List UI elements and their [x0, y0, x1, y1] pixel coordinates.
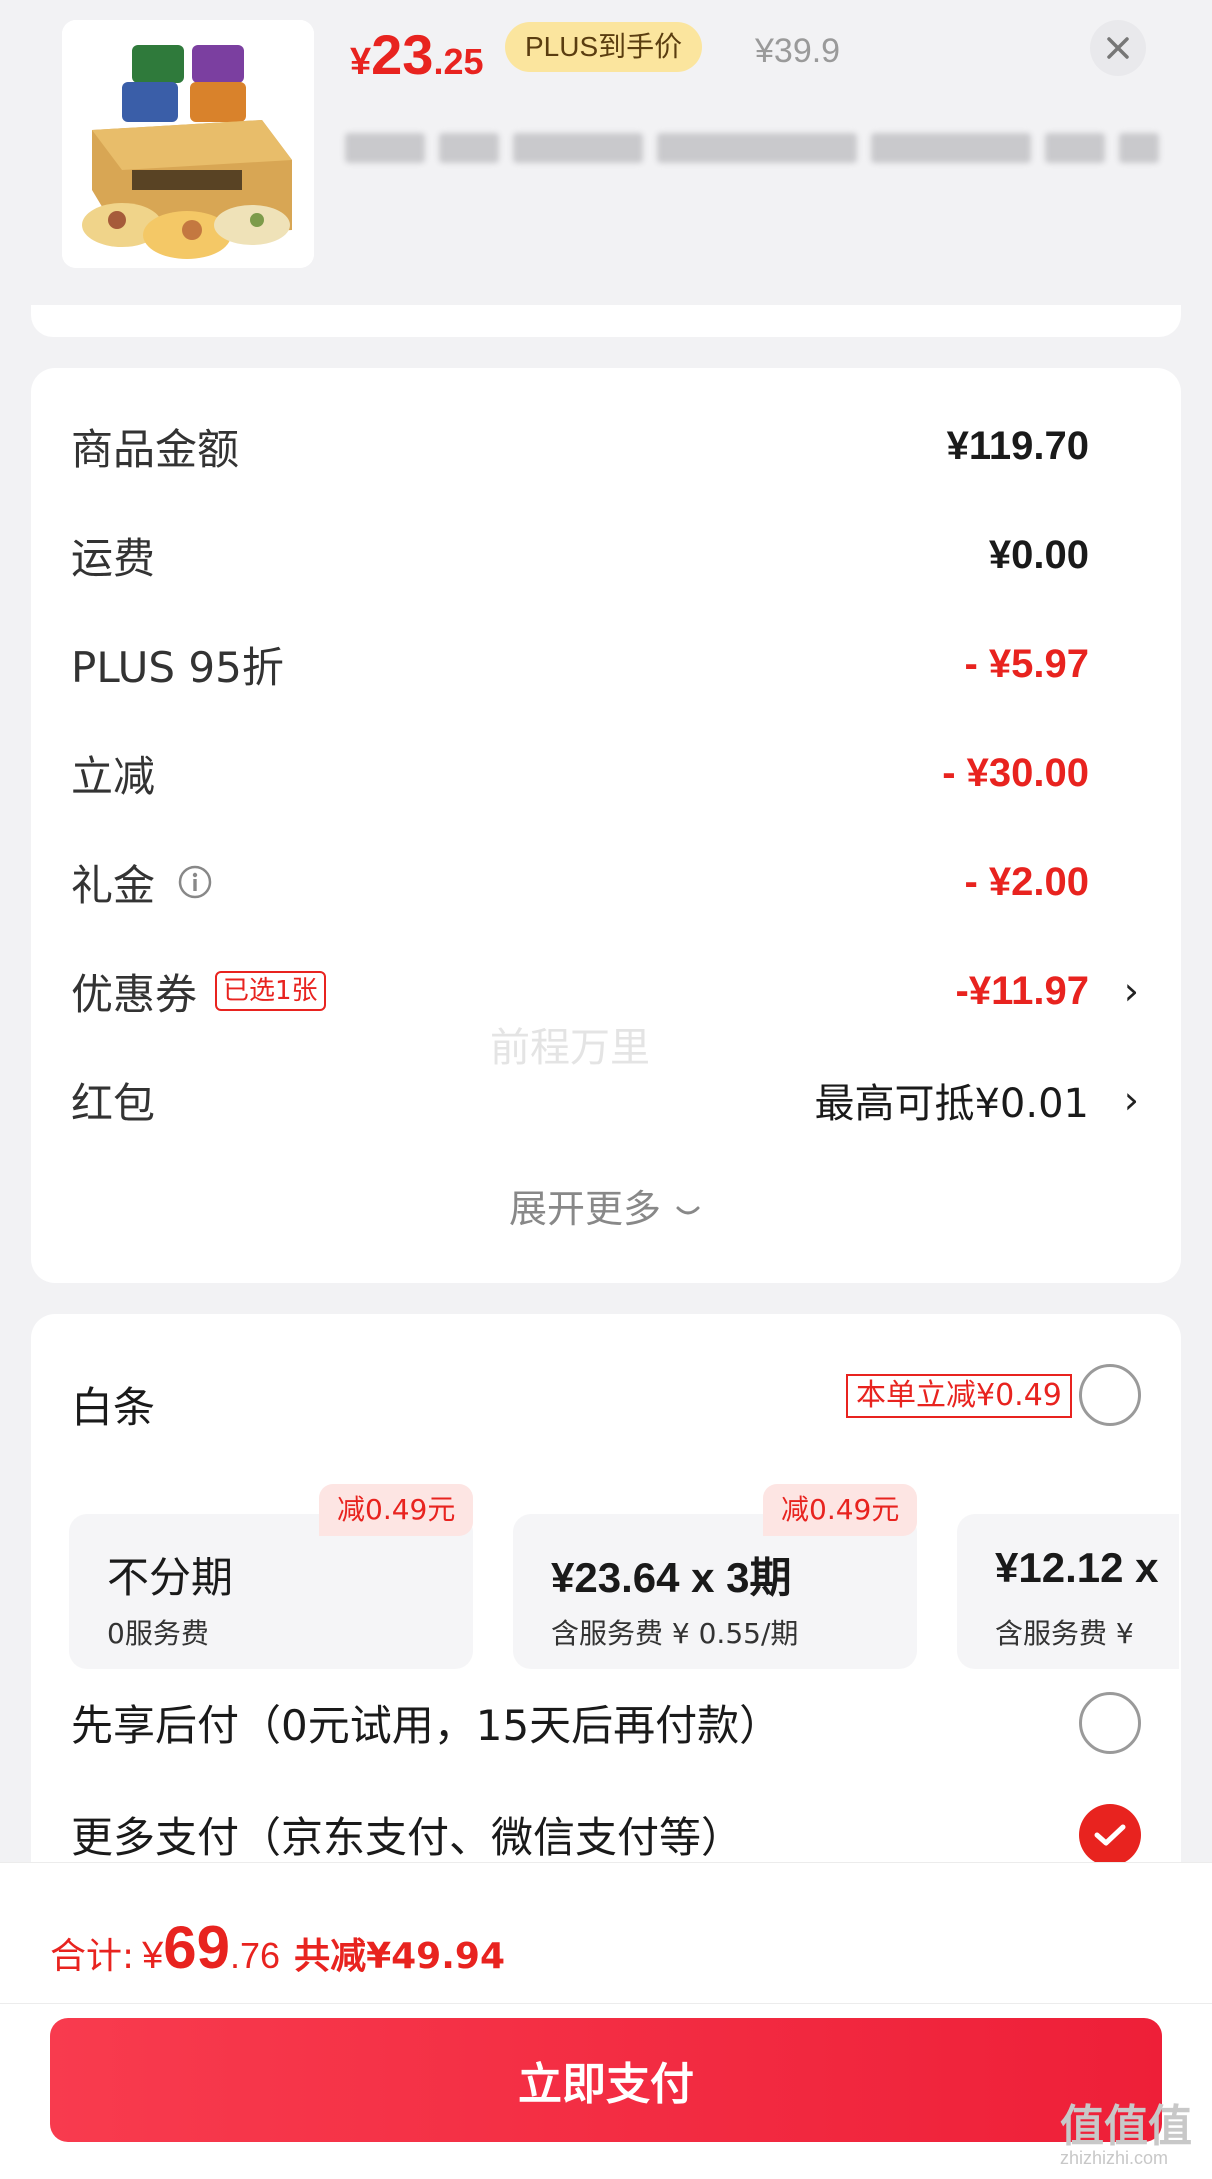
installment-main: ¥12.12 x	[995, 1544, 1159, 1591]
summary-label: 优惠券	[71, 969, 198, 1019]
total-decimal: .76	[230, 1935, 281, 1976]
info-icon[interactable]	[177, 864, 213, 900]
summary-row-gift-money: 礼金 - ¥2.00	[71, 842, 1151, 922]
installment-discount-badge: 减0.49元	[763, 1484, 918, 1536]
noodle-box-image	[62, 20, 314, 268]
price-integer: 23	[371, 23, 434, 86]
plus-price-badge: PLUS到手价	[505, 22, 703, 72]
installment-main: 不分期	[107, 1553, 234, 1602]
order-summary-card: 商品金额 ¥119.70 运费 ¥0.00 PLUS 95折 - ¥5.97 立…	[31, 368, 1181, 1283]
summary-value: ¥0.00	[988, 532, 1089, 577]
summary-label: 礼金	[71, 860, 156, 910]
summary-value: - ¥30.00	[942, 750, 1089, 795]
summary-value: - ¥2.00	[964, 859, 1089, 904]
more-payment-label: 更多支付（京东支付、微信支付等）	[71, 1813, 744, 1862]
total-integer: 69	[163, 1914, 231, 1981]
summary-label: 运费	[71, 533, 156, 583]
summary-row-plus-discount: PLUS 95折 - ¥5.97	[71, 624, 1151, 704]
installment-option-6[interactable]: ¥12.12 x 含服务费 ¥	[957, 1514, 1179, 1669]
product-price: ¥ 23 .25	[350, 22, 483, 87]
baitiao-promo-tag: 本单立减¥0.49	[846, 1374, 1072, 1418]
summary-label: 立减	[71, 751, 156, 801]
installment-sub: 0服务费	[107, 1617, 209, 1650]
chevron-down-icon	[676, 1206, 700, 1215]
more-payment-radio[interactable]	[1079, 1804, 1141, 1866]
payment-method-card: 白条 本单立减¥0.49 不分期 0服务费 减0.49元 ¥23.64 x 3期…	[31, 1314, 1181, 1914]
price-currency: ¥	[350, 41, 372, 83]
coupon-selected-tag: 已选1张	[215, 971, 326, 1011]
installment-option-3[interactable]: ¥23.64 x 3期 含服务费 ¥ 0.55/期	[513, 1514, 917, 1669]
product-title-blurred	[345, 118, 1175, 178]
summary-row-instant-discount: 立减 - ¥30.00	[71, 733, 1151, 813]
total-currency: ¥	[142, 1935, 164, 1977]
expand-more-label: 展开更多	[508, 1187, 661, 1231]
chevron-right-icon: ›	[1123, 969, 1139, 1013]
check-icon	[1094, 1824, 1126, 1846]
summary-value: -¥11.97	[955, 968, 1089, 1013]
pay-later-label: 先享后付（0元试用，15天后再付款）	[71, 1701, 782, 1750]
summary-label: 红包	[71, 1078, 156, 1128]
pay-later-radio[interactable]	[1079, 1692, 1141, 1754]
site-logo: 值值值	[1060, 2101, 1192, 2152]
summary-row-shipping: 运费 ¥0.00	[71, 515, 1151, 595]
summary-value: - ¥5.97	[964, 641, 1089, 686]
pay-now-button[interactable]: 立即支付	[50, 2018, 1162, 2142]
checkout-bar: 合计: ¥ 69 .76 共减¥49.94 立即支付	[0, 1862, 1212, 2179]
site-url: zhizhizhi.com	[1060, 2148, 1169, 2168]
close-icon	[1107, 37, 1129, 59]
product-thumbnail[interactable]	[62, 20, 314, 268]
chevron-right-icon: ›	[1123, 1078, 1139, 1122]
summary-row-coupon[interactable]: 优惠券 已选1张 -¥11.97 ›	[71, 951, 1151, 1031]
original-price: ¥39.9	[755, 32, 841, 70]
summary-label: PLUS 95折	[71, 642, 284, 692]
summary-value: 最高可抵¥0.01	[814, 1081, 1089, 1127]
installment-option-none[interactable]: 不分期 0服务费	[69, 1514, 473, 1669]
baitiao-radio[interactable]	[1079, 1364, 1141, 1426]
summary-row-goods: 商品金额 ¥119.70	[71, 406, 1151, 486]
address-card-tail	[31, 305, 1181, 337]
installment-sub: 含服务费 ¥	[995, 1617, 1134, 1650]
product-header: ¥ 23 .25 PLUS到手价 ¥39.9	[0, 0, 1212, 300]
baitiao-label: 白条	[71, 1383, 156, 1432]
total-label: 合计:	[50, 1936, 135, 1977]
total-saved: 共减¥49.94	[294, 1936, 505, 1977]
divider	[0, 2003, 1212, 2004]
price-decimal: .25	[433, 41, 484, 82]
installment-discount-badge: 减0.49元	[319, 1484, 474, 1536]
installment-main: ¥23.64 x 3期	[551, 1554, 792, 1601]
installment-options[interactable]: 不分期 0服务费 减0.49元 ¥23.64 x 3期 含服务费 ¥ 0.55/…	[69, 1484, 1179, 1684]
summary-label: 商品金额	[71, 424, 240, 474]
installment-sub: 含服务费 ¥ 0.55/期	[551, 1617, 799, 1650]
order-total: 合计: ¥ 69 .76 共减¥49.94	[50, 1913, 505, 1982]
expand-more-button[interactable]: 展开更多	[31, 1178, 1181, 1233]
summary-value: ¥119.70	[946, 423, 1089, 468]
close-button[interactable]	[1090, 20, 1146, 76]
summary-row-red-packet[interactable]: 红包 最高可抵¥0.01 ›	[71, 1060, 1151, 1140]
